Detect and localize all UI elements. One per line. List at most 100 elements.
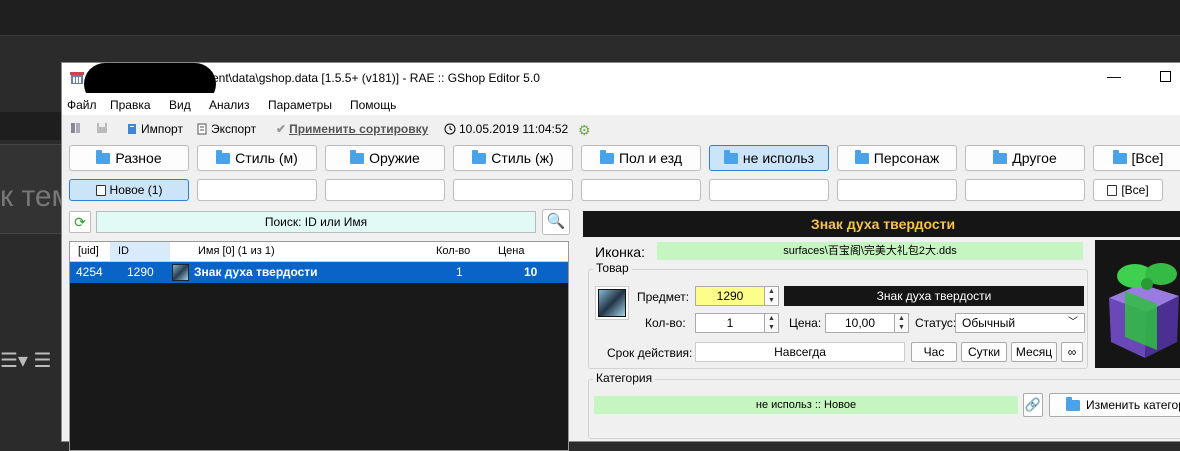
category-weapons[interactable]: Оружие (325, 145, 445, 171)
item-id-stepper[interactable]: 1290 ▲ ▼ (695, 286, 779, 306)
item-name-field[interactable]: Знак духа твердости (784, 286, 1084, 306)
column-id[interactable]: ID (118, 245, 129, 257)
folder-icon (96, 149, 111, 164)
category-mounts[interactable]: Пол и езд (581, 145, 701, 171)
column-uid[interactable]: [uid] (78, 245, 99, 257)
spin-arrows[interactable]: ▲ ▼ (894, 314, 908, 332)
spin-arrows[interactable]: ▲ ▼ (764, 287, 778, 305)
goods-group: Товар Предмет: 1290 ▲ ▼ Знак духа твердос… (588, 261, 1088, 369)
menu-help[interactable]: Помощь (350, 98, 396, 112)
item-icon (172, 264, 189, 281)
category-style-f[interactable]: Стиль (ж) (453, 145, 573, 171)
column-price[interactable]: Цена (498, 245, 524, 257)
price-value: 10,00 (844, 316, 876, 330)
background-strip (0, 112, 62, 140)
table-row[interactable]: 4254 1290 Знак духа твердости 1 10 (70, 262, 568, 283)
category-group-label: Категория (593, 371, 656, 385)
title-bar: ment\data\gshop.data [1.5.5+ (v181)] - R… (62, 63, 1180, 105)
save-icon (97, 123, 107, 133)
open-button[interactable] (70, 122, 82, 134)
status-select[interactable]: Обычный ﹀ (955, 313, 1085, 333)
menu-parameters[interactable]: Параметры (268, 98, 332, 112)
goods-group-label: Товар (593, 261, 632, 275)
subcategory-slot[interactable] (837, 179, 957, 201)
forever-button[interactable]: ∞ (1061, 342, 1083, 362)
category-misc[interactable]: Разное (69, 145, 189, 171)
subcategory-slot[interactable] (453, 179, 573, 201)
subcategory-slot[interactable] (965, 179, 1085, 201)
row-qty: 1 (456, 265, 463, 279)
subcategory-slot[interactable] (581, 179, 701, 201)
column-qty[interactable]: Кол-во (436, 245, 470, 257)
folder-icon (350, 149, 365, 164)
category-style-m[interactable]: Стиль (м) (197, 145, 317, 171)
subcategory-icon (95, 184, 106, 196)
subcategory-icon (1107, 184, 1118, 196)
menu-analysis[interactable]: Анализ (209, 98, 250, 112)
folder-icon (1066, 396, 1080, 411)
column-name[interactable]: Имя [0] (1 из 1) (198, 245, 275, 257)
settings-button[interactable]: ⚙ (578, 122, 591, 139)
folder-icon (216, 149, 231, 164)
import-button[interactable]: Импорт (126, 122, 183, 136)
category-path-field[interactable]: не использ :: Новое (594, 396, 1018, 414)
subcategory-all[interactable]: [Все] (1093, 179, 1163, 201)
app-icon (70, 72, 84, 84)
subcategory-slot[interactable] (709, 179, 829, 201)
refresh-button[interactable]: ⟳ (69, 211, 91, 233)
toolbar: Импорт Экспорт ✔ Применить сортировку 10… (62, 117, 1180, 141)
folder-icon (472, 149, 487, 164)
qty-stepper[interactable]: 1 ▲ ▼ (695, 313, 779, 333)
duration-field[interactable]: Навсегда (695, 342, 905, 362)
category-label: [Все] (1131, 150, 1164, 166)
chevron-down-icon: ﹀ (1068, 317, 1078, 328)
row-uid: 4254 (76, 265, 103, 279)
category-all[interactable]: [Все] (1093, 145, 1180, 171)
subcategory-slot[interactable] (325, 179, 445, 201)
export-button[interactable]: Экспорт (196, 122, 256, 136)
item-preview (1095, 240, 1180, 368)
change-category-button[interactable]: Изменить категори (1049, 393, 1180, 417)
category-label: Стиль (м) (235, 150, 298, 166)
icon-path-field[interactable]: surfaces\百宝阁\完美大礼包2大.dds (657, 242, 1083, 260)
menu-file[interactable]: Файл (67, 98, 97, 112)
minimize-button[interactable]: — (1107, 68, 1121, 84)
price-stepper[interactable]: 10,00 ▲ ▼ (825, 313, 909, 333)
timestamp: 10.05.2019 11:04:52 (444, 122, 568, 136)
qty-label: Кол-во: (645, 316, 686, 330)
link-button[interactable]: 🔗 (1023, 393, 1043, 417)
subcategory-new[interactable]: Новое (1) (69, 179, 189, 201)
list-header: [uid] ID Имя [0] (1 из 1) Кол-во Цена (70, 242, 568, 262)
save-button[interactable] (96, 122, 108, 134)
folder-icon (1112, 149, 1127, 164)
window-title: ment\data\gshop.data [1.5.5+ (v181)] - R… (202, 71, 540, 85)
subcategory-label: Новое (1) (109, 183, 163, 197)
month-button[interactable]: Месяц (1011, 342, 1057, 362)
search-button[interactable]: 🔍 (542, 209, 570, 235)
category-character[interactable]: Персонаж (837, 145, 957, 171)
category-other[interactable]: Другое (965, 145, 1085, 171)
clock-icon (444, 123, 456, 135)
day-button[interactable]: Сутки (961, 342, 1007, 362)
item-id-value: 1290 (716, 289, 744, 303)
hour-button[interactable]: Час (911, 342, 957, 362)
maximize-button[interactable] (1160, 71, 1171, 82)
book-icon (71, 123, 80, 133)
status-value: Обычный (962, 316, 1016, 330)
category-label: Стиль (ж) (491, 150, 554, 166)
row-price: 10 (524, 265, 538, 279)
folder-icon (993, 149, 1008, 164)
category-unused[interactable]: не использ (709, 145, 829, 171)
gear-icon: ⚙ (578, 122, 591, 138)
subcategory-slot[interactable] (197, 179, 317, 201)
search-input[interactable]: Поиск: ID или Имя (96, 211, 536, 233)
detail-panel: Знак духа твердости Иконка: surfaces\百宝阁… (583, 211, 1180, 451)
item-label: Предмет: (637, 290, 690, 304)
menu-edit[interactable]: Правка (110, 98, 151, 112)
folder-icon (854, 149, 869, 164)
spin-arrows[interactable]: ▲ ▼ (764, 314, 778, 332)
row-name: Знак духа твердости (194, 265, 318, 279)
apply-sort-button[interactable]: ✔ Применить сортировку (276, 122, 428, 136)
folder-icon (723, 149, 738, 164)
menu-view[interactable]: Вид (169, 98, 191, 112)
